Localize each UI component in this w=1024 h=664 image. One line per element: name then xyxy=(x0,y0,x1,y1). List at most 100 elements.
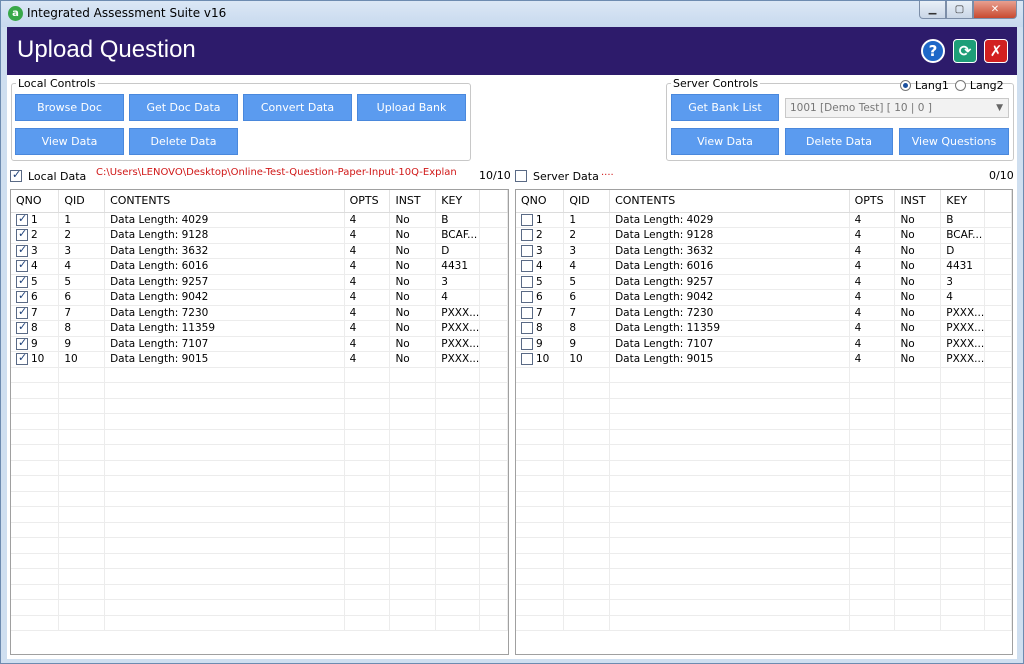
minimize-button[interactable]: ▁ xyxy=(919,1,946,19)
col-header-inst[interactable]: INST xyxy=(389,190,437,213)
col-header-contents[interactable]: CONTENTS xyxy=(104,190,345,213)
table-row[interactable]: 9 9 Data Length: 7107 4 No PXXX... xyxy=(11,336,508,352)
table-row[interactable]: 2 2 Data Length: 9128 4 No BCAF... xyxy=(516,227,1012,244)
cell-key-text: 4431 xyxy=(441,260,469,273)
server-data-grid[interactable]: QNO QID CONTENTS OPTS INST KEY 1 1 Data Le… xyxy=(515,189,1013,655)
row-checkbox[interactable] xyxy=(16,212,28,226)
row-checkbox[interactable] xyxy=(16,228,28,242)
table-row[interactable]: 4 4 Data Length: 6016 4 No 4431 xyxy=(516,258,1012,275)
local-view-data-button[interactable]: View Data xyxy=(15,128,124,155)
col-header-qid[interactable]: QID xyxy=(563,190,611,213)
col-header-inst[interactable]: INST xyxy=(894,190,942,213)
row-checkbox[interactable] xyxy=(521,229,533,242)
col-header-key[interactable]: KEY xyxy=(435,190,481,213)
row-checkbox[interactable] xyxy=(16,336,28,350)
server-data-checkbox[interactable] xyxy=(515,170,527,182)
table-row[interactable]: 5 5 Data Length: 9257 4 No 3 xyxy=(11,274,508,290)
row-checkbox[interactable] xyxy=(16,352,28,366)
row-checkbox[interactable] xyxy=(521,306,533,319)
row-checkbox[interactable] xyxy=(521,275,533,288)
cell-inst-text: No xyxy=(395,244,410,257)
local-data-checkbox[interactable] xyxy=(10,168,22,182)
empty-cell xyxy=(940,413,986,430)
row-checkbox[interactable] xyxy=(521,353,533,366)
table-row[interactable]: 1 1 Data Length: 4029 4 No B xyxy=(516,212,1012,228)
empty-row xyxy=(11,568,508,585)
browse-doc-button[interactable]: Browse Doc xyxy=(15,94,124,121)
row-checkbox[interactable] xyxy=(16,259,28,273)
server-data-toggle[interactable]: Server Data xyxy=(515,168,599,184)
empty-cell xyxy=(516,382,565,399)
col-header-opts[interactable]: OPTS xyxy=(344,190,391,213)
table-row[interactable]: 3 3 Data Length: 3632 4 No D xyxy=(516,243,1012,259)
table-row[interactable]: 8 8 Data Length: 11359 4 No PXXX... xyxy=(516,320,1012,337)
col-header-qid[interactable]: QID xyxy=(58,190,106,213)
row-checkbox[interactable] xyxy=(521,291,533,304)
lang2-radio-dot[interactable] xyxy=(954,80,966,91)
row-checkbox[interactable] xyxy=(521,213,533,226)
row-checkbox[interactable] xyxy=(521,260,533,273)
cell-filler xyxy=(479,305,508,321)
empty-cell xyxy=(609,398,850,414)
local-delete-data-button[interactable]: Delete Data xyxy=(129,128,238,155)
cell-opts: 4 xyxy=(344,258,391,275)
table-row[interactable]: 1 1 Data Length: 4029 4 No B xyxy=(11,212,508,228)
cell-qid: 8 xyxy=(58,320,106,337)
server-view-data-button[interactable]: View Data xyxy=(671,128,779,155)
cell-key-text: 3 xyxy=(946,275,953,288)
row-checkbox[interactable] xyxy=(16,290,28,304)
row-checkbox[interactable] xyxy=(521,244,533,257)
table-row[interactable]: 6 6 Data Length: 9042 4 No 4 xyxy=(11,289,508,306)
cell-key-text: D xyxy=(441,244,450,257)
row-checkbox[interactable] xyxy=(16,321,28,335)
local-data-toggle[interactable]: Local Data xyxy=(10,168,86,184)
row-checkbox[interactable] xyxy=(16,243,28,257)
col-header-opts[interactable]: OPTS xyxy=(849,190,896,213)
help-icon[interactable]: ? xyxy=(921,39,945,63)
table-row[interactable]: 2 2 Data Length: 9128 4 No BCAF... xyxy=(11,227,508,244)
table-row[interactable]: 6 6 Data Length: 9042 4 No 4 xyxy=(516,289,1012,306)
table-row[interactable]: 5 5 Data Length: 9257 4 No 3 xyxy=(516,274,1012,290)
table-row[interactable]: 3 3 Data Length: 3632 4 No D xyxy=(11,243,508,259)
refresh-icon[interactable]: ⟳ xyxy=(953,39,977,63)
row-checkbox[interactable] xyxy=(521,322,533,335)
empty-cell xyxy=(516,444,565,461)
get-bank-list-button[interactable]: Get Bank List xyxy=(671,94,779,121)
table-row[interactable]: 8 8 Data Length: 11359 4 No PXXX... xyxy=(11,320,508,337)
upload-bank-button[interactable]: Upload Bank xyxy=(357,94,466,121)
table-row[interactable]: 10 10 Data Length: 9015 4 No PXXX... xyxy=(11,351,508,368)
get-doc-data-button[interactable]: Get Doc Data xyxy=(129,94,238,121)
cell-key: PXXX... xyxy=(435,320,481,337)
cell-key-text: PXXX... xyxy=(441,306,480,319)
local-data-grid[interactable]: QNO QID CONTENTS OPTS INST KEY 1 1 Data Le… xyxy=(10,189,509,655)
lang1-radio[interactable]: Lang1 xyxy=(900,79,949,92)
table-row[interactable]: 9 9 Data Length: 7107 4 No PXXX... xyxy=(516,336,1012,352)
server-delete-data-button[interactable]: Delete Data xyxy=(785,128,893,155)
empty-cell xyxy=(516,522,565,538)
window-close-button[interactable]: ✕ xyxy=(973,1,1017,19)
lang1-radio-dot[interactable] xyxy=(900,80,911,91)
cell-qid: 4 xyxy=(58,258,106,275)
convert-data-button[interactable]: Convert Data xyxy=(243,94,352,121)
cell-key-text: 4 xyxy=(441,291,448,304)
col-header-qno[interactable]: QNO xyxy=(516,190,565,213)
row-checkbox[interactable] xyxy=(521,337,533,350)
empty-cell xyxy=(58,584,106,600)
row-checkbox[interactable] xyxy=(16,305,28,319)
col-header-qno[interactable]: QNO xyxy=(11,190,60,213)
table-row[interactable]: 4 4 Data Length: 6016 4 No 4431 xyxy=(11,258,508,275)
col-header-contents[interactable]: CONTENTS xyxy=(609,190,850,213)
row-checkbox[interactable] xyxy=(16,274,28,288)
table-row[interactable]: 7 7 Data Length: 7230 4 No PXXX... xyxy=(11,305,508,321)
view-questions-button[interactable]: View Questions xyxy=(899,128,1009,155)
table-row[interactable]: 10 10 Data Length: 9015 4 No PXXX... xyxy=(516,351,1012,368)
col-header-key[interactable]: KEY xyxy=(940,190,986,213)
close-icon[interactable]: ✗ xyxy=(984,39,1008,63)
maximize-button[interactable]: ▢ xyxy=(946,1,973,19)
cell-contents-text: Data Length: 7230 xyxy=(110,306,209,319)
empty-cell xyxy=(984,398,1012,414)
table-row[interactable]: 7 7 Data Length: 7230 4 No PXXX... xyxy=(516,305,1012,321)
bank-select[interactable]: 1001 [Demo Test] [ 10 | 0 ] ▼ xyxy=(785,98,1009,118)
empty-cell xyxy=(104,429,345,445)
lang2-radio[interactable]: Lang2 xyxy=(954,79,1004,92)
